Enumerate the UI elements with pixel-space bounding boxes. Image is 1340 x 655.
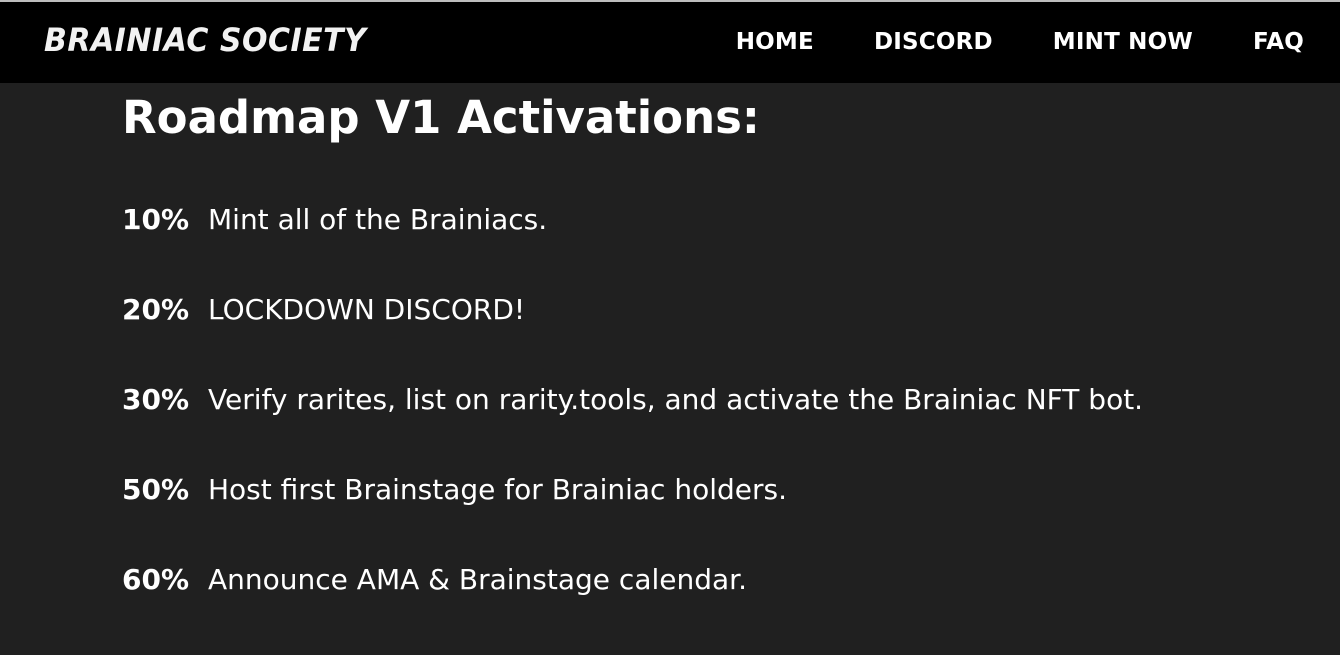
roadmap-percent: 60%: [122, 563, 190, 596]
roadmap-item: 30% Verify rarites, list on rarity.tools…: [122, 381, 1143, 471]
roadmap-title: Roadmap V1 Activations:: [122, 91, 760, 144]
roadmap-percent: 50%: [122, 473, 190, 506]
roadmap-item: 60% Announce AMA & Brainstage calendar.: [122, 561, 1143, 651]
nav-links: HOME DISCORD MINT NOW FAQ: [736, 29, 1304, 55]
roadmap-description: Host first Brainstage for Brainiac holde…: [208, 473, 787, 506]
nav-link-mint-now[interactable]: MINT NOW: [1053, 29, 1193, 55]
roadmap-item: 20% LOCKDOWN DISCORD!: [122, 291, 1143, 381]
roadmap-section: Roadmap V1 Activations: 10% Mint all of …: [122, 90, 1272, 596]
roadmap-description: Announce AMA & Brainstage calendar.: [208, 563, 747, 596]
nav-link-home[interactable]: HOME: [736, 29, 814, 55]
roadmap-percent: 20%: [122, 293, 190, 326]
nav-link-discord[interactable]: DISCORD: [874, 29, 993, 55]
roadmap-description: Mint all of the Brainiacs.: [208, 203, 548, 236]
roadmap-item: 50% Host first Brainstage for Brainiac h…: [122, 471, 1143, 561]
nav-link-faq[interactable]: FAQ: [1253, 29, 1304, 55]
brand-logo-link[interactable]: BRAINIAC SOCIETY: [44, 22, 366, 60]
roadmap-percent: 30%: [122, 383, 190, 416]
roadmap-description: Verify rarites, list on rarity.tools, an…: [208, 383, 1144, 416]
roadmap-item: 10% Mint all of the Brainiacs.: [122, 201, 1143, 291]
roadmap-percent: 10%: [122, 203, 190, 236]
roadmap-list: 10% Mint all of the Brainiacs. 20% LOCKD…: [122, 201, 1143, 651]
roadmap-description: LOCKDOWN DISCORD!: [208, 293, 526, 326]
top-navbar: BRAINIAC SOCIETY HOME DISCORD MINT NOW F…: [0, 0, 1340, 83]
